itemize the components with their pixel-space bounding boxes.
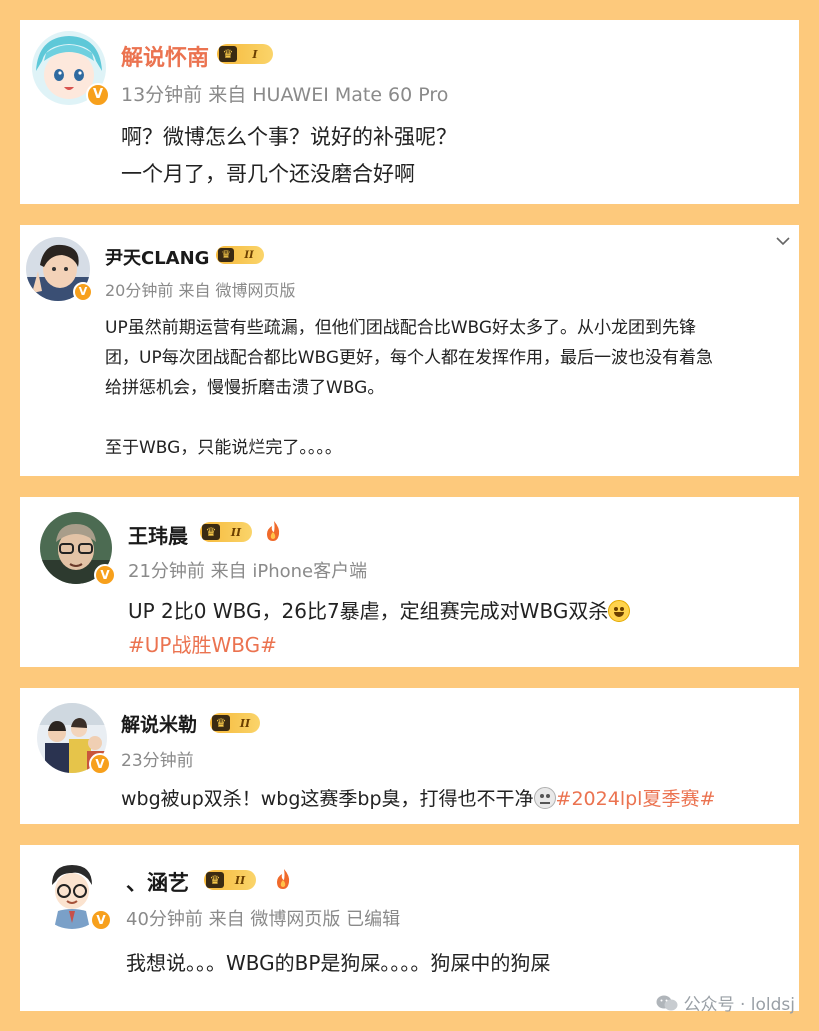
comment-line: 我想说。。。WBG的BP是狗屎。。。。狗屎中的狗屎 (126, 951, 551, 975)
avatar[interactable]: V (37, 703, 111, 775)
hashtag-link[interactable]: #UP战胜WBG# (128, 629, 277, 658)
author-name[interactable]: 解说怀南 (121, 40, 209, 72)
verified-badge-icon: V (73, 282, 93, 302)
verified-badge-icon: V (94, 564, 116, 586)
comment-card-2: V 尹天CLANG ♛ II 20分钟前 来自 微博网页版 UP虽然前期运营有些… (20, 225, 799, 476)
member-level-badge: ♛ II (216, 246, 264, 264)
clipped-next-line (118, 820, 158, 824)
member-level-badge: ♛ I (217, 44, 273, 64)
avatar[interactable]: V (26, 237, 93, 302)
comment-card-3: V 王玮晨 ♛ II 21分钟前 来自 iPhone客户端 UP 2比0 WBG… (20, 497, 799, 667)
member-level-badge: ♛ II (204, 870, 256, 890)
member-level-badge: ♛ II (200, 522, 252, 542)
comment-line: wbg被up双杀！wbg这赛季bp臭，打得也不干净 #2024lpl夏季赛# (121, 784, 715, 811)
page: { "colors": { "background": "#fdc97c", "… (0, 0, 819, 1031)
member-level-badge: ♛ II (210, 713, 260, 733)
dizzy-emoji-icon (533, 787, 556, 809)
crown-icon: ♛ (212, 715, 230, 731)
author-name[interactable]: 王玮晨 (128, 520, 188, 549)
fire-icon (277, 869, 290, 889)
crown-icon: ♛ (218, 248, 234, 262)
author-name[interactable]: 、涵艺 (126, 867, 189, 897)
wechat-icon (656, 995, 678, 1010)
comment-meta: 23分钟前 (121, 751, 194, 771)
comment-meta: 21分钟前 来自 iPhone客户端 (128, 561, 368, 582)
verified-badge-icon: V (86, 83, 110, 107)
author-name[interactable]: 解说米勒 (121, 710, 197, 737)
verified-badge-icon: V (90, 909, 112, 931)
hashtag-link[interactable]: #2024lpl夏季赛# (556, 788, 716, 810)
avatar[interactable]: V (36, 857, 112, 931)
crown-icon: ♛ (206, 872, 224, 888)
comment-card-5: V 、涵艺 ♛ II 40分钟前 来自 微博网页版 已编辑 我想说。。。WBG的… (20, 845, 799, 1015)
fire-icon (267, 521, 280, 541)
comment-text: wbg被up双杀！wbg这赛季bp臭，打得也不干净 (121, 788, 534, 810)
avatar[interactable]: V (40, 512, 116, 586)
comment-meta: 13分钟前 来自 HUAWEI Mate 60 Pro (121, 84, 449, 106)
comment-meta: 40分钟前 来自 微博网页版 已编辑 (126, 909, 401, 930)
comment-line: 团，UP每次团战配合都比WBG更好，每个人都在发挥作用，最后一波也没有着急 (105, 348, 714, 368)
comment-text: UP 2比0 WBG，26比7暴虐，定组赛完成对WBG双杀 (128, 599, 609, 623)
author-name[interactable]: 尹天CLANG (105, 244, 209, 270)
comment-line: 啊？微博怎么个事？说好的补强呢？ (121, 125, 457, 149)
comment-line: 给拼惩机会，慢慢折磨击溃了WBG。 (105, 378, 385, 398)
avatar[interactable]: V (32, 31, 110, 107)
comment-line: UP 2比0 WBG，26比7暴虐，定组赛完成对WBG双杀 (128, 595, 631, 624)
comment-card-4: V 解说米勒 ♛ II 23分钟前 wbg被up双杀！wbg这赛季bp臭，打得也… (20, 688, 799, 824)
comment-line: 至于WBG，只能说烂完了。。。。 (105, 438, 342, 458)
comment-meta: 20分钟前 来自 微博网页版 (105, 281, 296, 300)
comment-card-1: V 解说怀南 ♛ I 13分钟前 来自 HUAWEI Mate 60 Pro 啊… (20, 20, 799, 204)
watermark-text: 公众号 · loldsj (683, 995, 795, 1015)
crown-icon: ♛ (202, 524, 220, 540)
chevron-down-icon[interactable] (775, 233, 791, 249)
comment-line: UP虽然前期运营有些疏漏，但他们团战配合比WBG好太多了。从小龙团到先锋 (105, 318, 697, 338)
watermark: 公众号 · loldsj (656, 990, 795, 1015)
crown-icon: ♛ (219, 46, 237, 62)
comment-line: 一个月了，哥几个还没磨合好啊 (121, 162, 415, 186)
laugh-cry-emoji-icon (608, 600, 631, 622)
verified-badge-icon: V (89, 753, 111, 775)
